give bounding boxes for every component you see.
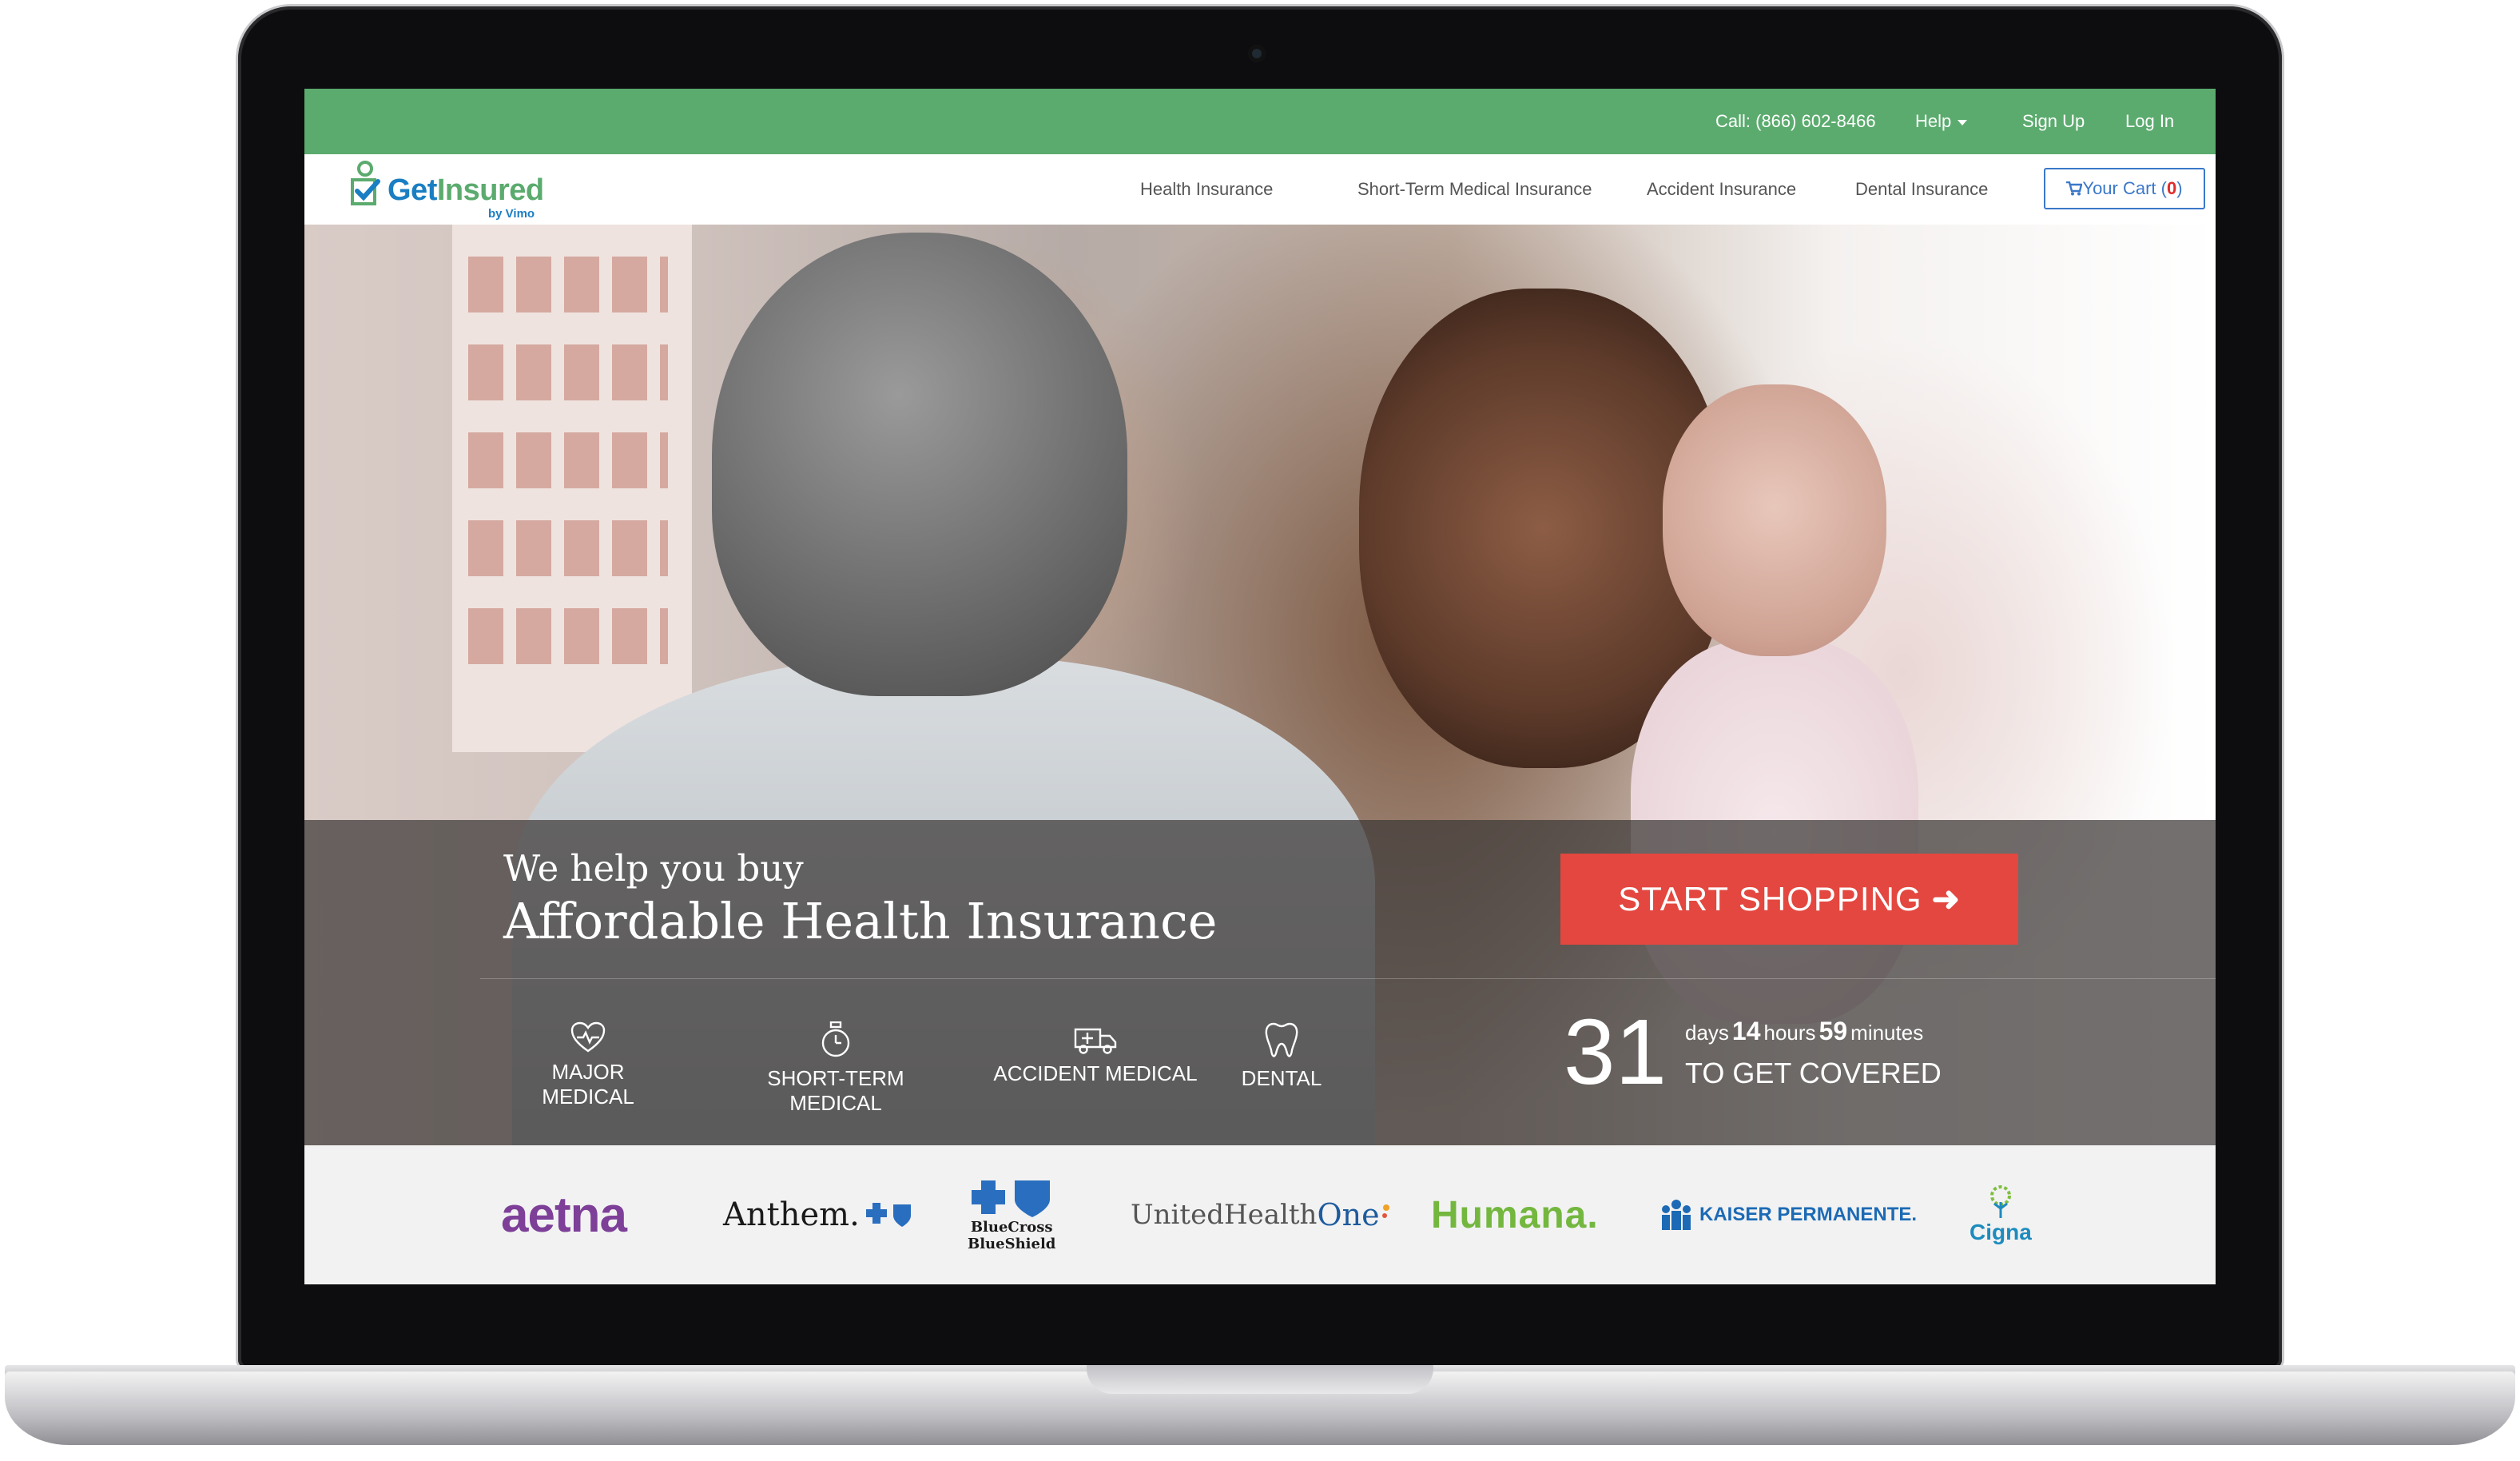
cart-icon xyxy=(2066,181,2083,196)
band-divider xyxy=(480,978,2216,979)
category-dental[interactable]: DENTAL xyxy=(1238,1021,1326,1091)
countdown-days: 31 xyxy=(1564,1000,1667,1104)
log-in-link[interactable]: Log In xyxy=(2125,89,2174,154)
logo-byline: by Vimo xyxy=(488,207,535,221)
hero-section: We help you buy Affordable Health Insura… xyxy=(304,225,2216,1152)
help-label: Help xyxy=(1915,111,1952,131)
help-menu[interactable]: Help xyxy=(1915,89,1968,154)
cart-label: Your Cart ( xyxy=(2082,178,2167,198)
nav-short-term-medical[interactable]: Short-Term Medical Insurance xyxy=(1357,154,1592,225)
category-label: ACCIDENT MEDICAL xyxy=(993,1061,1198,1085)
baby-figure xyxy=(1663,384,1886,656)
category-label: MAJOR MEDICAL xyxy=(542,1060,634,1109)
partner-unitedhealthone: UnitedHealth One xyxy=(1131,1145,1393,1284)
partner-bluecross-blueshield: BlueCross BlueShield xyxy=(968,1145,1055,1284)
bluecross-blueshield-mark-icon xyxy=(865,1203,911,1227)
partner-anthem: Anthem. xyxy=(723,1145,914,1284)
start-shopping-button[interactable]: START SHOPPING ➜ xyxy=(1560,854,2018,945)
screen: Call: (866) 602-8466 Help Sign Up Log In… xyxy=(304,89,2216,1284)
partner-logos: aetna Anthem. BlueCross BlueShield Unite… xyxy=(304,1145,2216,1284)
sign-up-link[interactable]: Sign Up xyxy=(2022,89,2085,154)
getinsured-logo[interactable]: GetInsured by Vimo xyxy=(349,156,573,223)
laptop-notch xyxy=(1087,1365,1433,1394)
kaiser-people-icon xyxy=(1662,1200,1691,1230)
tooth-icon xyxy=(1265,1022,1298,1057)
cart-count: 0 xyxy=(2167,178,2177,198)
nav-dental-insurance[interactable]: Dental Insurance xyxy=(1855,154,1988,225)
countdown-tagline: TO GET COVERED xyxy=(1685,1057,1942,1089)
main-navbar: GetInsured by Vimo Health Insurance Shor… xyxy=(304,154,2216,225)
anatomy-poster xyxy=(452,225,692,752)
countdown-remaining: days 14 hours 59 minutes xyxy=(1685,1017,1924,1045)
cart-close: ) xyxy=(2176,178,2183,198)
nav-accident-insurance[interactable]: Accident Insurance xyxy=(1647,154,1796,225)
doctor-head xyxy=(712,233,1127,696)
start-shopping-label: START SHOPPING xyxy=(1618,880,1922,918)
partner-aetna: aetna xyxy=(501,1187,627,1243)
hero-heading: Affordable Health Insurance xyxy=(503,892,1218,950)
partner-kaiser-permanente: KAISER PERMANENTE. xyxy=(1656,1145,1917,1284)
top-utility-bar: Call: (866) 602-8466 Help Sign Up Log In xyxy=(304,89,2216,154)
category-label: DENTAL xyxy=(1241,1066,1322,1090)
partner-humana: Humana. xyxy=(1431,1193,1599,1236)
arrow-right-icon: ➜ xyxy=(1931,880,1961,918)
category-label: SHORT-TERM MEDICAL xyxy=(767,1066,904,1115)
partner-cigna: Cigna xyxy=(1969,1145,2032,1284)
check-person-icon xyxy=(351,161,380,205)
category-short-term-medical[interactable]: SHORT-TERM MEDICAL xyxy=(728,1021,944,1116)
sparkle-icon xyxy=(1381,1204,1389,1218)
stopwatch-icon xyxy=(821,1021,850,1057)
logo-wordmark: GetInsured xyxy=(388,173,544,207)
category-major-medical[interactable]: MAJOR MEDICAL xyxy=(508,1021,668,1109)
cart-button[interactable]: Your Cart (0) xyxy=(2044,168,2205,209)
nav-health-insurance[interactable]: Health Insurance xyxy=(1140,154,1273,225)
category-accident-medical[interactable]: ACCIDENT MEDICAL xyxy=(993,1021,1198,1086)
caret-down-icon xyxy=(1958,119,1968,125)
cigna-tree-icon xyxy=(1989,1185,2011,1218)
phone-link[interactable]: Call: (866) 602-8466 xyxy=(1715,89,1876,154)
hero-overlay-band: We help you buy Affordable Health Insura… xyxy=(304,820,2216,1145)
hero-subheading: We help you buy xyxy=(503,847,804,890)
heart-pulse-icon xyxy=(570,1021,606,1053)
webcam xyxy=(1248,45,1266,62)
bcbs-logo-icon xyxy=(972,1180,1051,1217)
ambulance-icon xyxy=(1074,1028,1117,1054)
